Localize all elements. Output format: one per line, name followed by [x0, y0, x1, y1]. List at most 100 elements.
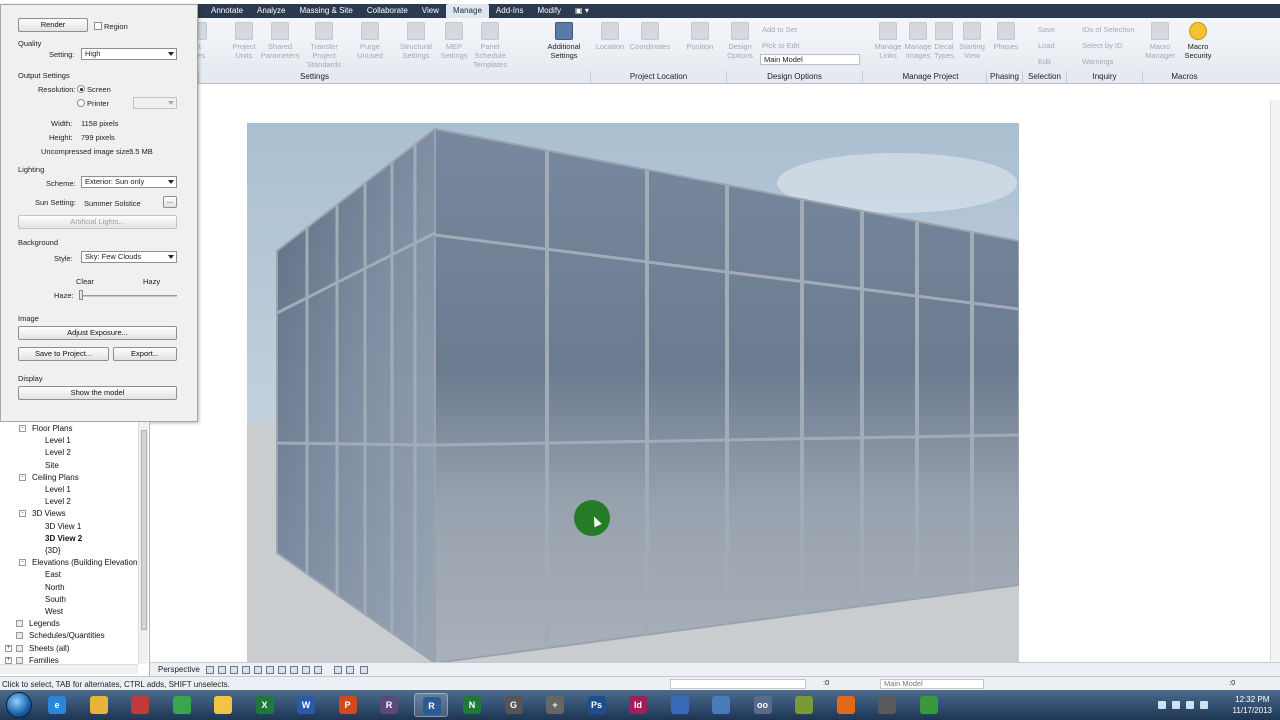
render-button[interactable]: Render	[18, 18, 88, 32]
app-oo-taskbar-button[interactable]: oo	[746, 693, 780, 717]
collapse-icon[interactable]: -	[19, 510, 26, 518]
browser-item-sheets-all[interactable]: Sheets (all)	[29, 644, 69, 653]
firefox-taskbar-button[interactable]	[829, 693, 863, 717]
collapse-icon[interactable]: -	[19, 559, 26, 567]
browser-item-west[interactable]: West	[45, 607, 63, 616]
tab-analyze[interactable]: Analyze	[250, 4, 292, 18]
browser-item-schedules-quantities[interactable]: Schedules/Quantities	[29, 631, 105, 640]
screen-radio[interactable]	[77, 85, 85, 93]
app-g-taskbar-button[interactable]: G	[497, 693, 531, 717]
excel-taskbar-button[interactable]: X	[248, 693, 282, 717]
browser-item-legends[interactable]: Legends	[29, 619, 60, 628]
volume-icon[interactable]	[1200, 701, 1208, 709]
media-taskbar-button[interactable]	[870, 693, 904, 717]
design-option-dropdown[interactable]: Main Model	[760, 54, 860, 65]
sun-setting-button[interactable]: ...	[163, 196, 177, 208]
add-to-set-button[interactable]: Add to Set	[762, 22, 800, 38]
sun-path-icon[interactable]	[242, 666, 250, 674]
location-button[interactable]: Location	[588, 22, 632, 51]
expand-icon[interactable]: +	[5, 656, 12, 664]
pick-to-edit-button[interactable]: Pick to Edit	[762, 38, 800, 54]
haze-slider-track[interactable]	[81, 295, 177, 297]
browser-item-level-1[interactable]: Level 1	[45, 485, 71, 494]
browser-item-3d[interactable]: {3D}	[45, 546, 61, 555]
panel-schedule-templates-button[interactable]: Panel Schedule Templates	[468, 22, 512, 69]
show-the-model-button[interactable]: Show the model	[18, 386, 177, 400]
explorer-taskbar-button[interactable]	[82, 693, 116, 717]
flag-icon[interactable]	[1172, 701, 1180, 709]
analytical-model-icon[interactable]	[360, 666, 368, 674]
background-style-dropdown[interactable]: Sky: Few Clouds	[81, 251, 177, 263]
shadows-icon[interactable]	[254, 666, 262, 674]
lighting-scheme-dropdown[interactable]: Exterior: Sun only	[81, 176, 177, 188]
project-browser-hscrollbar[interactable]	[0, 664, 138, 674]
collapse-icon[interactable]: -	[19, 473, 26, 481]
vertical-scrollbar[interactable]	[1270, 100, 1280, 662]
tab-view[interactable]: View	[415, 4, 446, 18]
rendering-icon[interactable]	[266, 666, 274, 674]
tab-modify[interactable]: Modify	[530, 4, 568, 18]
detail-level-icon[interactable]	[218, 666, 226, 674]
quality-setting-dropdown[interactable]: High	[81, 48, 177, 60]
browser-item-site[interactable]: Site	[45, 461, 59, 470]
project2-taskbar-button[interactable]	[912, 693, 946, 717]
artificial-lights-button[interactable]: Artificial Lights...	[18, 215, 177, 229]
purge-unused-button[interactable]: Purge Unused	[348, 22, 392, 60]
design-options-button[interactable]: Design Options	[718, 22, 762, 60]
save-to-project-button[interactable]: Save to Project...	[18, 347, 109, 361]
tool-taskbar-button[interactable]	[123, 693, 157, 717]
revit-r-taskbar-button[interactable]: R	[372, 693, 406, 717]
additional-settings-button[interactable]: Additional Settings	[542, 22, 586, 60]
start-button[interactable]	[6, 692, 32, 718]
selection-load-button[interactable]: Load	[1038, 38, 1055, 54]
show-crop-icon[interactable]	[290, 666, 298, 674]
indesign-taskbar-button[interactable]: Id	[621, 693, 655, 717]
ie-taskbar-button[interactable]: e	[40, 693, 74, 717]
outlook-taskbar-button[interactable]	[663, 693, 697, 717]
ribbon-options-icon[interactable]: ▣ ▾	[568, 4, 596, 18]
revit-taskbar-button[interactable]: R	[413, 693, 448, 717]
filter-count[interactable]: :0	[1226, 679, 1250, 689]
transfer-project-standards-button[interactable]: Transfer Project Standards	[302, 22, 346, 69]
powerpoint-taskbar-button[interactable]: P	[331, 693, 365, 717]
scale-icon[interactable]	[206, 666, 214, 674]
printer-radio[interactable]	[77, 99, 85, 107]
region-checkbox[interactable]	[94, 22, 102, 30]
scrollbar-thumb[interactable]	[141, 430, 147, 630]
lock-view-icon[interactable]	[302, 666, 310, 674]
expand-icon[interactable]: +	[5, 644, 12, 652]
collapse-icon[interactable]: -	[19, 425, 26, 432]
visual-style-icon[interactable]	[230, 666, 238, 674]
export-button[interactable]: Export...	[113, 347, 177, 361]
ids-of-selection-button[interactable]: IDs of Selection	[1082, 22, 1135, 38]
workset-field[interactable]	[670, 679, 806, 689]
project-taskbar-button[interactable]: N	[455, 693, 489, 717]
browser-item-ceiling-plans[interactable]: Ceiling Plans	[32, 473, 79, 482]
tab-massing-site[interactable]: Massing & Site	[293, 4, 360, 18]
macro-security-button[interactable]: Macro Security	[1176, 22, 1220, 60]
photoshop-taskbar-button[interactable]: Ps	[580, 693, 614, 717]
tab-add-ins[interactable]: Add-Ins	[489, 4, 531, 18]
tab-manage[interactable]: Manage	[445, 4, 489, 18]
folder-taskbar-button[interactable]	[206, 693, 240, 717]
coordinates-button[interactable]: Coordinates	[628, 22, 672, 51]
project-browser-scrollbar[interactable]	[138, 422, 148, 664]
word-taskbar-button[interactable]: W	[289, 693, 323, 717]
browser-item-3d-views[interactable]: 3D Views	[32, 509, 66, 518]
selection-save-button[interactable]: Save	[1038, 22, 1055, 38]
system-clock[interactable]: 12:32 PM 11/17/2013	[1233, 694, 1272, 716]
browser-item-3d-view-1[interactable]: 3D View 1	[45, 522, 81, 531]
snip-taskbar-button[interactable]: +	[538, 693, 572, 717]
tab-collaborate[interactable]: Collaborate	[360, 4, 415, 18]
warnings-button[interactable]: Warnings	[1082, 54, 1135, 70]
browser-item-level-2[interactable]: Level 2	[45, 448, 71, 457]
network-icon[interactable]	[1186, 701, 1194, 709]
shared-parameters-button[interactable]: Shared Parameters	[258, 22, 302, 60]
temp-view-icon[interactable]	[346, 666, 354, 674]
browser-item-south[interactable]: South	[45, 595, 66, 604]
phases-button[interactable]: Phases	[984, 22, 1028, 51]
browser-item-east[interactable]: East	[45, 570, 61, 579]
cloud-taskbar-button[interactable]	[704, 693, 738, 717]
tab-annotate[interactable]: Annotate	[204, 4, 250, 18]
browser-item-north[interactable]: North	[45, 583, 65, 592]
